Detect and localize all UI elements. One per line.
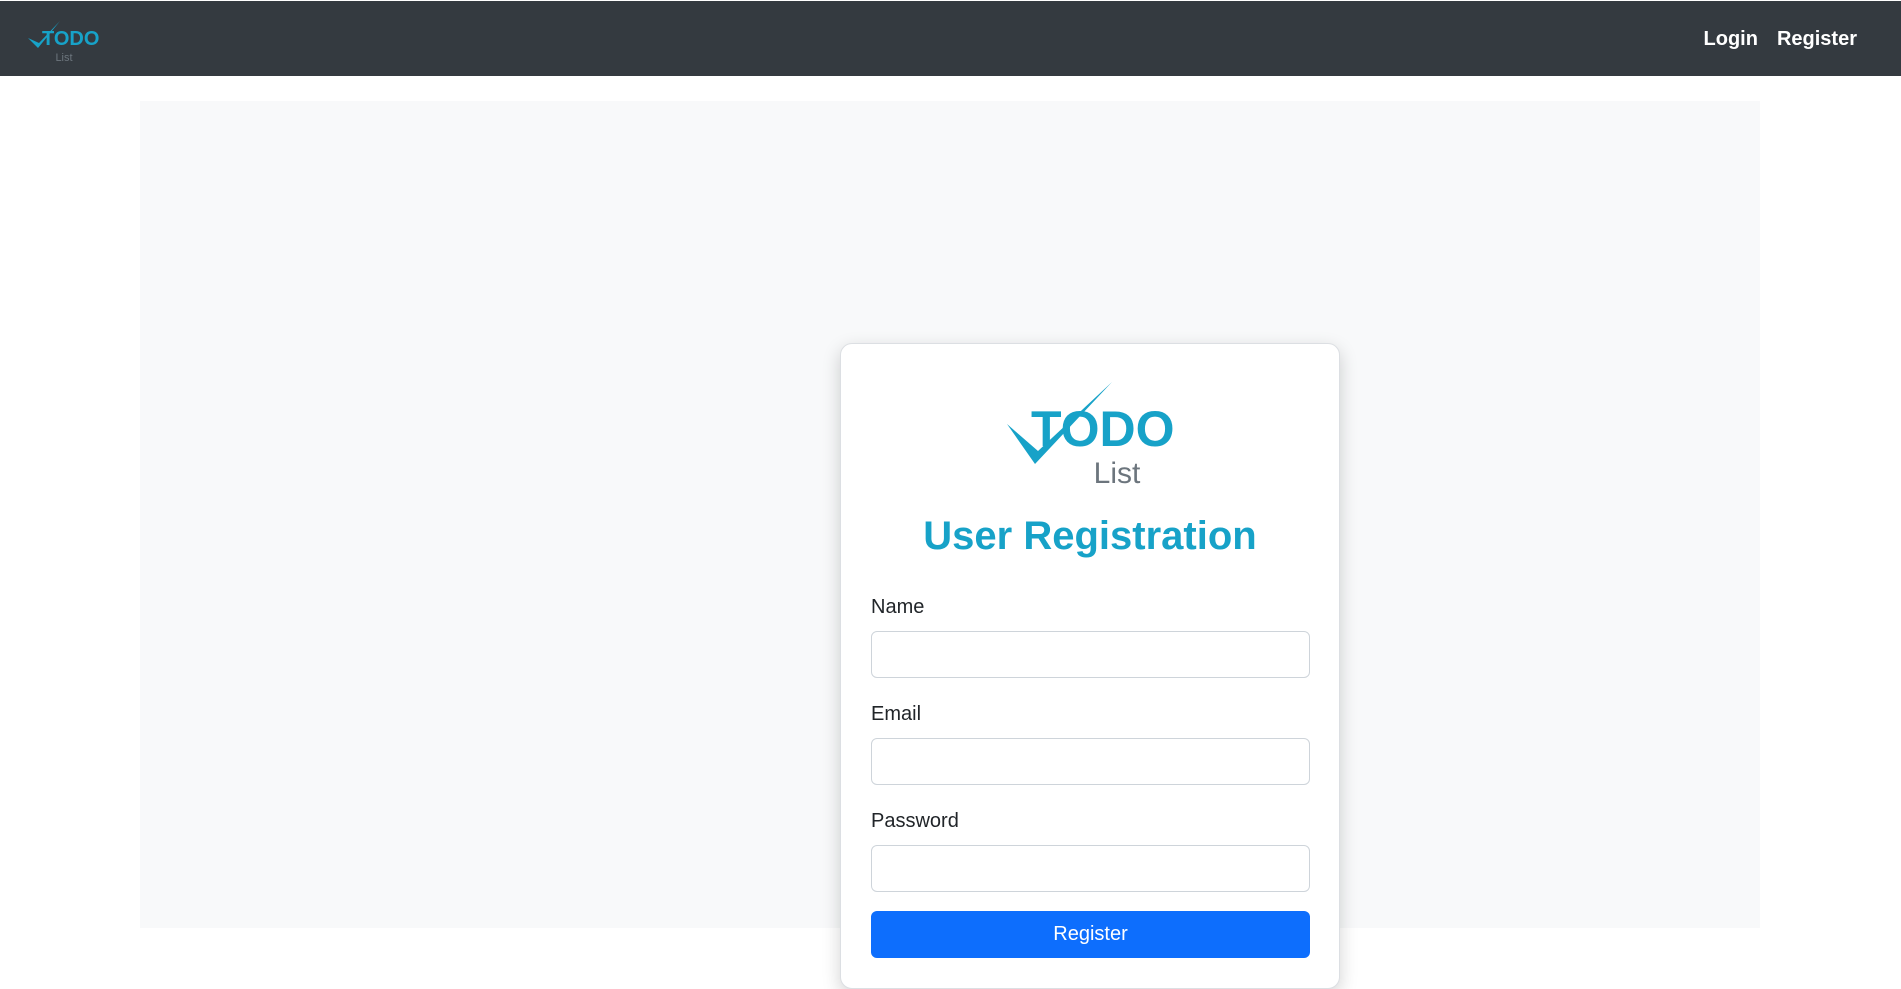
page-title: User Registration <box>923 514 1257 558</box>
name-input[interactable] <box>871 631 1310 678</box>
name-label: Name <box>871 596 925 618</box>
nav-login-link[interactable]: Login <box>1704 28 1758 51</box>
top-navbar: TODO List Login Register <box>0 0 1901 76</box>
registration-card: TODO List User Registration Name Email P… <box>840 343 1340 989</box>
svg-text:List: List <box>55 52 72 63</box>
password-label: Password <box>871 810 959 832</box>
main-panel: TODO List User Registration Name Email P… <box>140 101 1760 989</box>
email-input[interactable] <box>871 738 1310 785</box>
email-label: Email <box>871 703 922 725</box>
svg-text:TODO: TODO <box>1031 401 1175 457</box>
nav-links: Login Register <box>1704 28 1857 51</box>
password-input[interactable] <box>871 845 1310 892</box>
svg-text:List: List <box>1094 457 1141 488</box>
todo-list-logo[interactable]: TODO List <box>28 17 102 63</box>
nav-register-link[interactable]: Register <box>1777 28 1857 51</box>
register-button[interactable]: Register <box>871 911 1310 958</box>
todo-list-logo-large: TODO List <box>1007 382 1175 488</box>
